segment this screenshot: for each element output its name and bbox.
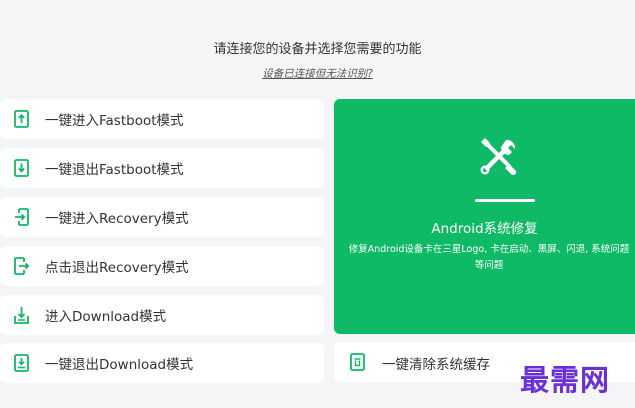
exit-fastboot-button[interactable]: 一键退出Fastboot模式 [0,148,324,188]
download-tray-icon [14,307,29,324]
enter-recovery-button[interactable]: 一键进入Recovery模式 [0,197,324,237]
menu-label: 一键进入Recovery模式 [45,211,189,227]
menu-label: 点击退出Recovery模式 [45,260,189,276]
watermark-text: 最需网 [520,363,611,397]
enter-download-button[interactable]: 进入Download模式 [0,295,324,335]
wrench-screwdriver-icon [480,138,517,175]
device-not-recognized-link[interactable]: 设备已连接但无法识别? [0,66,635,81]
enter-fastboot-button[interactable]: 一键进入Fastboot模式 [0,99,324,139]
android-repair-card[interactable]: Android系统修复 修复Android设备卡在三星Logo, 卡在启动、黑屏… [334,99,635,334]
trash-phone-icon [350,353,365,371]
menu-label: 一键退出Download模式 [45,357,194,373]
menu-label: 一键退出Fastboot模式 [45,162,184,178]
menu-label: 进入Download模式 [45,309,167,325]
phone-exit-download-icon [14,354,29,372]
exit-recovery-button[interactable]: 点击退出Recovery模式 [0,246,324,286]
menu-label: 一键进入Fastboot模式 [45,113,184,129]
phone-arrow-down-icon [14,159,29,177]
feature-description: 修复Android设备卡在三星Logo, 卡在启动、黑屏、闪退, 系统问题等问题 [348,244,630,271]
phone-enter-icon [15,208,29,226]
feature-title: Android系统修复 [431,221,538,237]
phone-arrow-up-icon [14,110,29,128]
exit-download-button[interactable]: 一键退出Download模式 [0,343,324,383]
divider-bar [475,199,535,202]
phone-exit-icon [14,257,29,275]
menu-label: 一键清除系统缓存 [382,357,490,373]
page-title: 请连接您的设备并选择您需要的功能 [213,42,422,57]
